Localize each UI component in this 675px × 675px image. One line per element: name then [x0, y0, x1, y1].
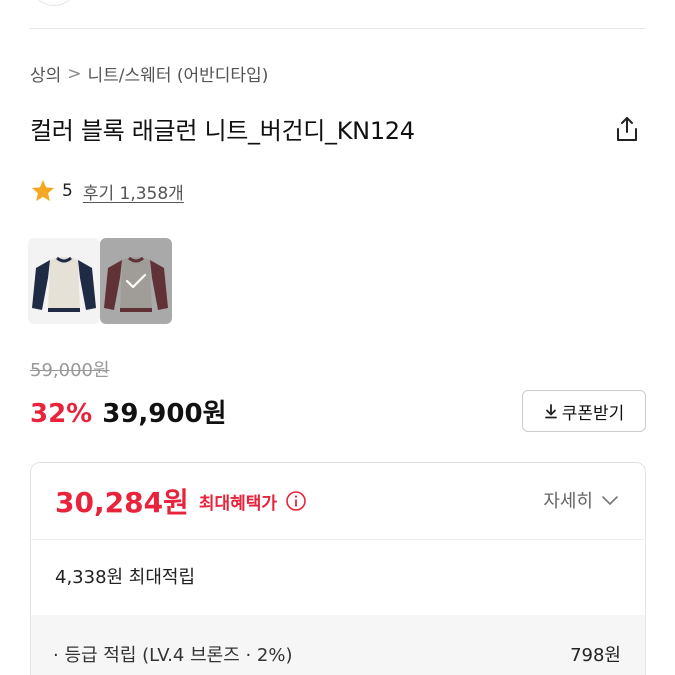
- download-icon: [544, 404, 557, 419]
- price-row: 32% 39,900원: [30, 393, 227, 430]
- color-option-navy[interactable]: [28, 238, 100, 324]
- discount-rate: 32%: [30, 399, 93, 429]
- sale-price: 39,900원: [102, 399, 227, 429]
- rating-score: 5: [62, 181, 73, 201]
- max-benefit-label: 최대혜택가: [198, 493, 278, 514]
- benefit-panel: 30,284원 최대혜택가 자세히 4,338원 최대적립 · 등급 적립 (L…: [30, 462, 646, 675]
- divider: [30, 28, 645, 29]
- rating: 5 후기 1,358개: [30, 178, 184, 204]
- max-points: 4,338원 최대적립: [55, 567, 196, 588]
- coupon-download-button[interactable]: 쿠폰받기: [522, 390, 646, 432]
- detail-label: 자세히: [543, 491, 593, 512]
- coupon-label: 쿠폰받기: [561, 403, 625, 424]
- chevron-down-icon: [602, 496, 618, 505]
- color-options: [28, 238, 172, 324]
- grade-points-value: 798원: [570, 645, 621, 666]
- grade-points-row: · 등급 적립 (LV.4 브론즈 · 2%) 798원: [31, 615, 645, 675]
- grade-points-label: · 등급 적립 (LV.4 브론즈 · 2%): [53, 645, 293, 666]
- breadcrumb-separator: >: [67, 63, 82, 84]
- original-price: 59,000원: [30, 360, 110, 381]
- star-icon: [31, 179, 55, 201]
- color-option-burgundy[interactable]: [100, 238, 172, 324]
- sweater-thumbnail-navy: [28, 238, 100, 324]
- breadcrumb-item-category[interactable]: 상의: [30, 61, 61, 86]
- benefit-header: 30,284원 최대혜택가 자세히: [31, 463, 645, 539]
- breadcrumb-item-subcategory[interactable]: 니트/스웨터 (어반디타입): [88, 61, 269, 86]
- max-benefit-price: 30,284원: [55, 486, 189, 519]
- share-button[interactable]: [612, 113, 642, 145]
- reviews-link[interactable]: 후기 1,358개: [83, 179, 184, 204]
- store-logo[interactable]: [30, 0, 78, 6]
- breadcrumb: 상의 > 니트/스웨터 (어반디타입): [30, 61, 269, 87]
- detail-toggle-button[interactable]: 자세히: [543, 487, 619, 513]
- divider: [31, 539, 645, 540]
- product-title: 컬러 블록 래글런 니트_버건디_KN124: [30, 117, 415, 145]
- share-icon: [617, 117, 637, 141]
- check-icon: [100, 238, 172, 324]
- info-icon[interactable]: [285, 490, 307, 512]
